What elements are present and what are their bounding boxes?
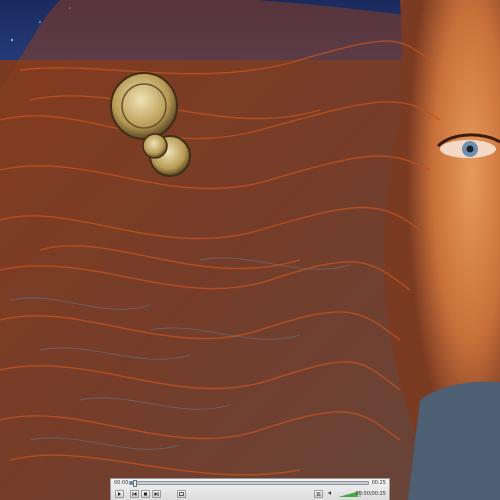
fullscreen-icon	[179, 492, 184, 496]
next-button[interactable]	[152, 490, 161, 498]
seek-bar[interactable]	[129, 480, 369, 487]
playlist-icon	[316, 492, 321, 496]
time-counter: 00:00/00:25	[355, 491, 386, 497]
stop-icon	[144, 492, 147, 496]
media-player-controls: 00:00 00:25 00:00/00:25	[110, 478, 390, 500]
previous-icon	[132, 492, 137, 496]
playlist-button[interactable]	[314, 490, 323, 498]
fullscreen-button[interactable]	[177, 490, 186, 498]
play-icon	[118, 492, 121, 496]
elapsed-time: 00:00	[114, 480, 129, 486]
stop-button[interactable]	[141, 490, 150, 498]
total-time: 00:25	[371, 480, 386, 486]
next-icon	[154, 492, 159, 496]
artwork-image	[0, 0, 500, 500]
speaker-icon	[328, 491, 331, 495]
mute-button[interactable]	[327, 490, 336, 498]
seek-thumb[interactable]	[132, 480, 137, 487]
play-button[interactable]	[115, 490, 124, 498]
previous-button[interactable]	[130, 490, 139, 498]
